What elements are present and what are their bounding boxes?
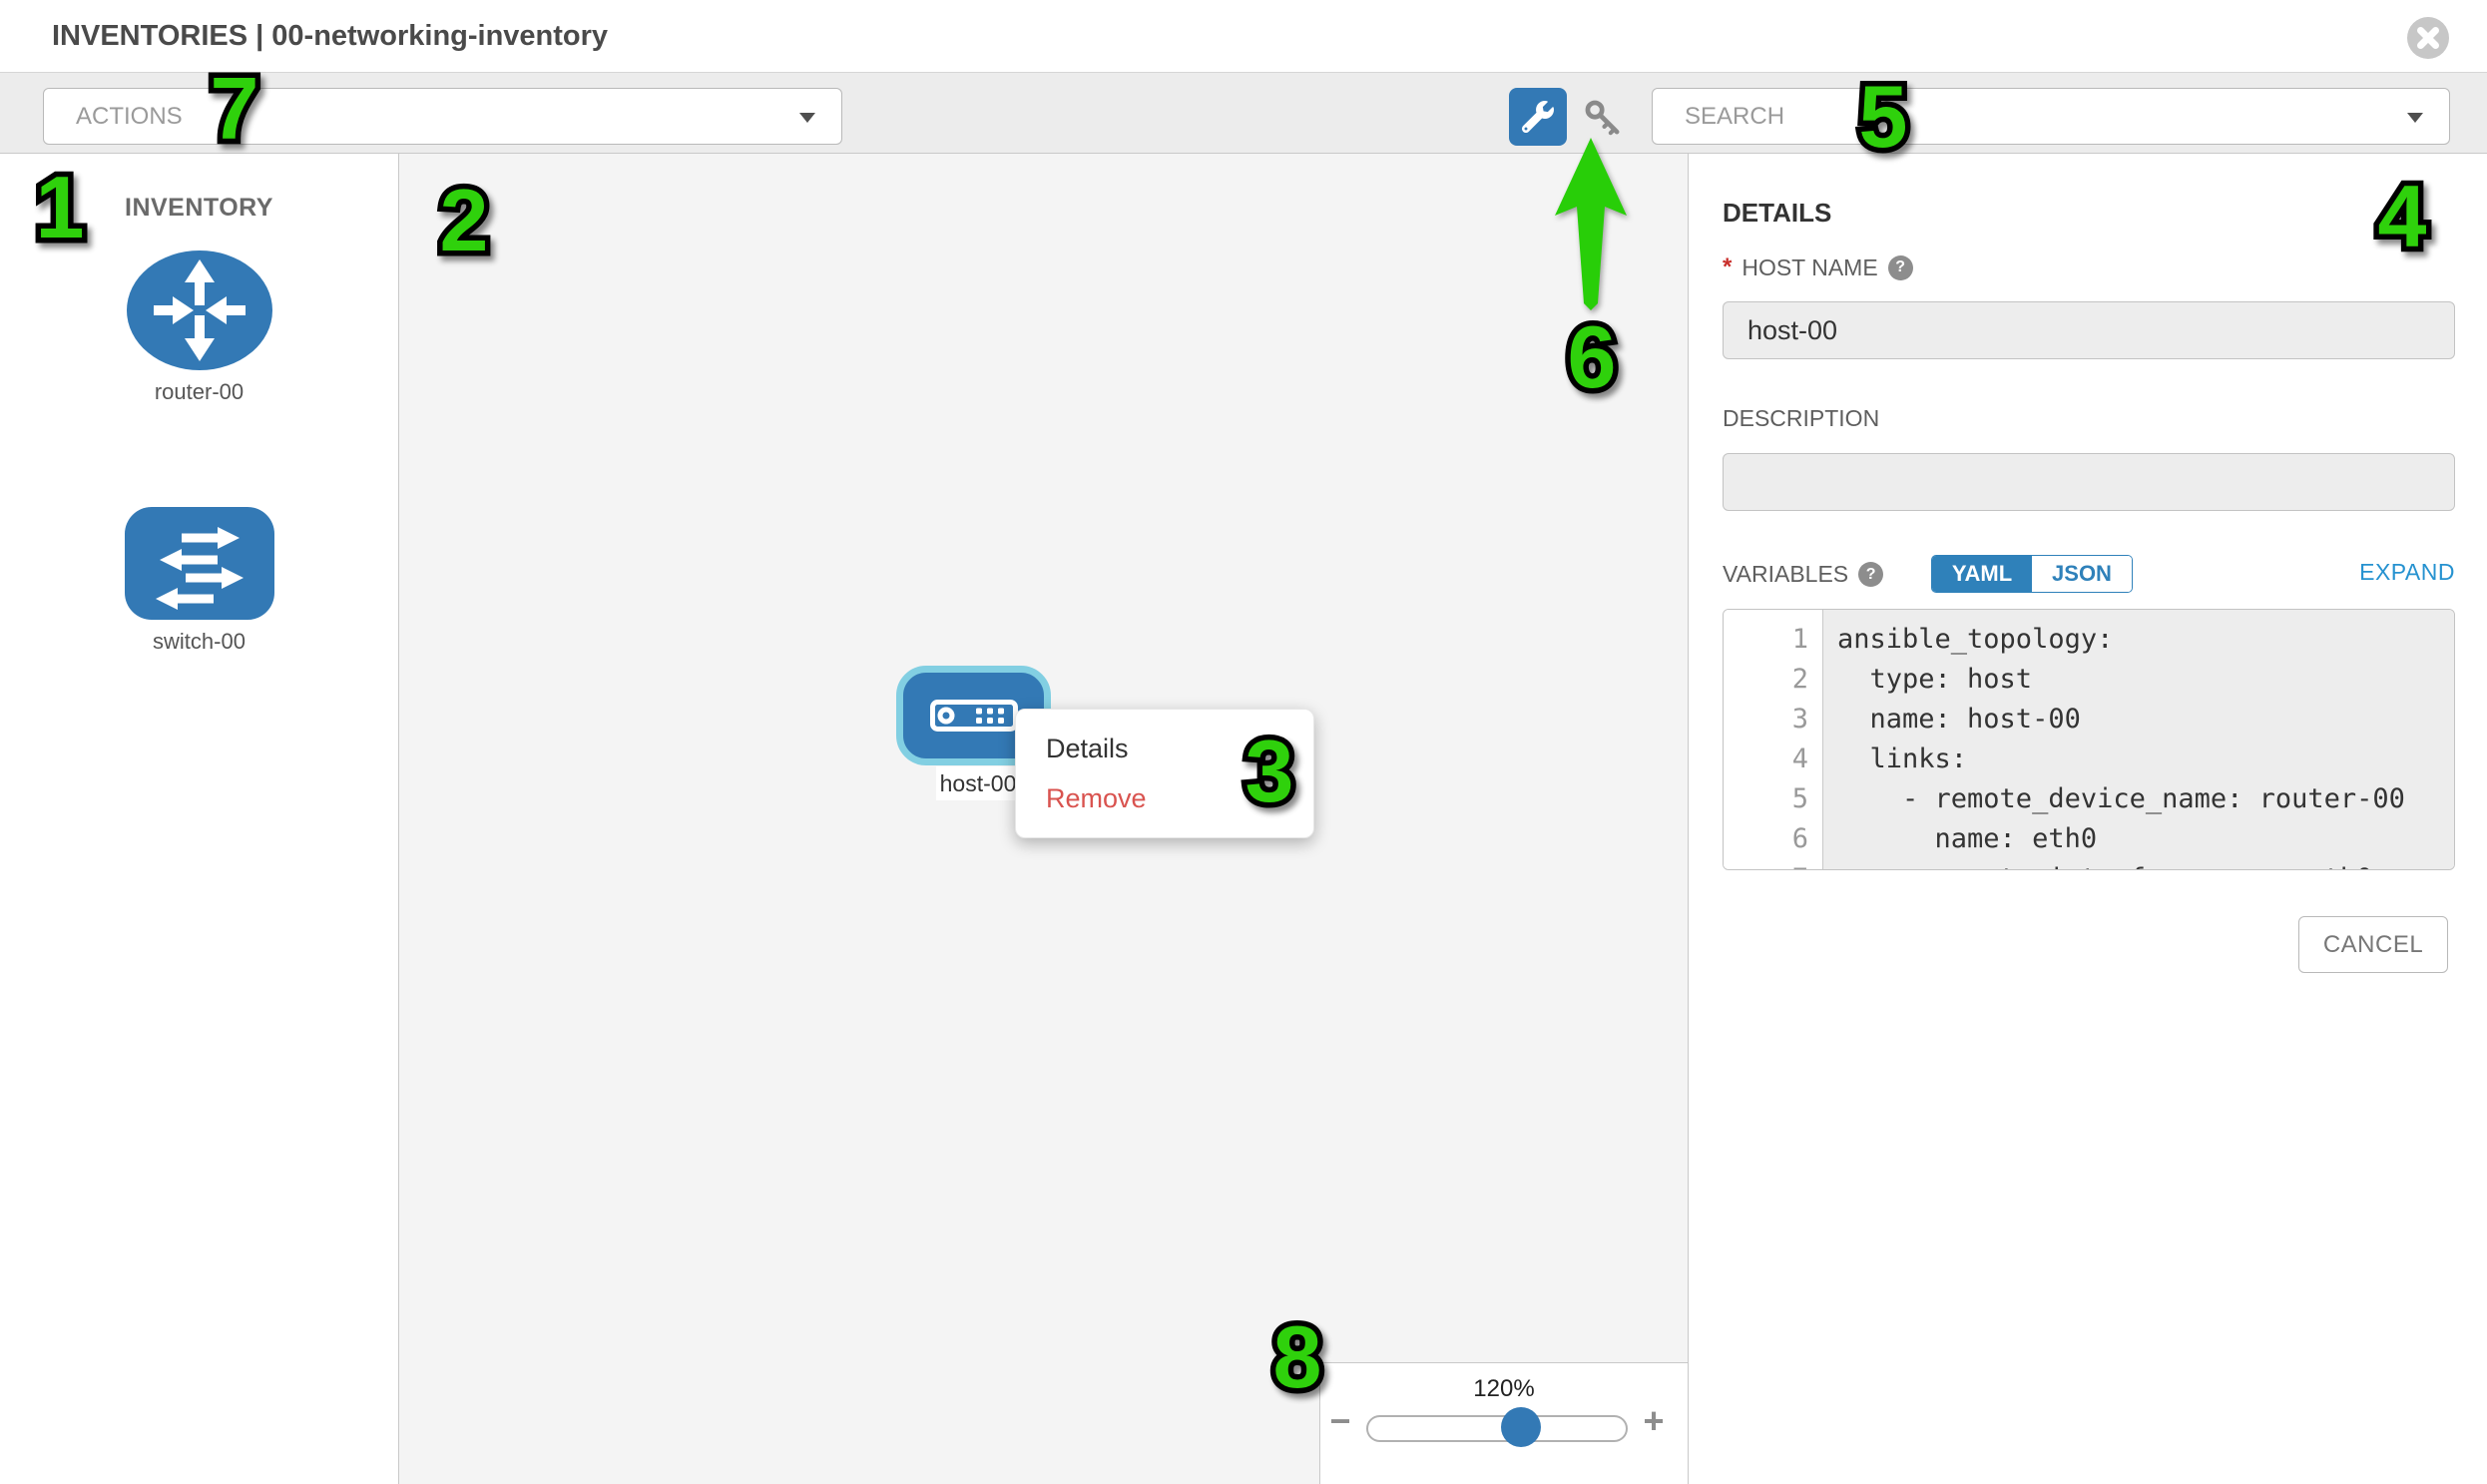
inventory-item-label: router-00 (0, 379, 398, 405)
page-header: INVENTORIES | 00-networking-inventory (0, 0, 2487, 72)
line-number: 7 (1724, 859, 1822, 870)
code-line: name: host-00 (1823, 700, 2454, 740)
key-button[interactable] (1583, 98, 1625, 140)
chevron-down-icon (799, 113, 815, 123)
actions-dropdown[interactable]: ACTIONS (43, 88, 842, 145)
host-name-label: HOST NAME (1741, 254, 1877, 281)
host-icon (930, 700, 1018, 732)
host-name-label-row: * HOST NAME ? (1723, 253, 1913, 281)
inventory-panel: INVENTORY router-00 (0, 154, 399, 1484)
line-number: 1 (1724, 620, 1822, 660)
code-line: remote_interface_name: eth0 (1823, 859, 2454, 870)
zoom-slider-track[interactable] (1366, 1415, 1628, 1442)
details-panel: DETAILS * HOST NAME ? DESCRIPTION VARIAB… (1689, 154, 2487, 1484)
help-icon[interactable]: ? (1858, 562, 1883, 587)
context-menu-remove[interactable]: Remove (1016, 773, 1313, 823)
editor-line-numbers: 1 2 3 4 5 6 7 (1724, 610, 1823, 869)
actions-dropdown-label: ACTIONS (76, 89, 183, 144)
inventory-item-router[interactable]: router-00 (0, 249, 398, 405)
search-dropdown[interactable]: SEARCH (1652, 88, 2450, 145)
required-asterisk: * (1723, 253, 1732, 281)
host-node-label: host-00 (936, 766, 1020, 800)
inventory-item-switch[interactable]: switch-00 (0, 506, 398, 655)
zoom-in-button[interactable]: + (1634, 1401, 1674, 1441)
variables-format-toggle: YAML JSON (1931, 555, 2133, 593)
zoom-out-button[interactable]: − (1320, 1401, 1360, 1441)
code-line: ansible_topology: (1823, 620, 2454, 660)
search-dropdown-label: SEARCH (1685, 89, 1784, 144)
code-line: - remote_device_name: router-00 (1823, 779, 2454, 819)
toolbar: ACTIONS SEARCH (0, 72, 2487, 154)
toolbar-settings-button[interactable] (1509, 88, 1567, 146)
key-icon (1583, 98, 1625, 140)
tab-json[interactable]: JSON (2032, 556, 2132, 592)
breadcrumb-title: INVENTORIES | 00-networking-inventory (52, 0, 608, 72)
cancel-button[interactable]: CANCEL (2298, 916, 2448, 973)
expand-link[interactable]: EXPAND (2359, 559, 2455, 586)
topology-canvas[interactable]: host-00 Details Remove 120% − + (399, 154, 1689, 1484)
line-number: 6 (1724, 819, 1822, 859)
tab-yaml[interactable]: YAML (1932, 556, 2032, 592)
description-label-row: DESCRIPTION (1723, 405, 1879, 432)
variables-label-row: VARIABLES ? (1723, 561, 1883, 588)
inventory-item-label: switch-00 (0, 629, 398, 655)
editor-code-area: ansible_topology: type: host name: host-… (1823, 610, 2454, 869)
switch-icon (124, 506, 275, 621)
line-number: 5 (1724, 779, 1822, 819)
inventory-panel-title: INVENTORY (0, 194, 398, 223)
code-line: type: host (1823, 660, 2454, 700)
line-number: 3 (1724, 700, 1822, 740)
help-icon[interactable]: ? (1888, 255, 1913, 280)
chevron-down-icon (2407, 113, 2423, 123)
context-menu-details[interactable]: Details (1016, 724, 1313, 773)
wrench-icon (1522, 101, 1554, 133)
code-line: links: (1823, 740, 2454, 779)
code-line: name: eth0 (1823, 819, 2454, 859)
host-name-input[interactable] (1723, 301, 2455, 359)
zoom-slider-thumb[interactable] (1501, 1407, 1541, 1447)
line-number: 4 (1724, 740, 1822, 779)
close-icon (2407, 17, 2449, 59)
close-button[interactable] (2407, 17, 2449, 59)
variables-label: VARIABLES (1723, 561, 1848, 588)
description-label: DESCRIPTION (1723, 405, 1879, 432)
router-icon (126, 249, 273, 371)
zoom-level-value: 120% (1320, 1375, 1688, 1403)
context-menu: Details Remove (1015, 709, 1314, 838)
inventory-topology-page: INVENTORIES | 00-networking-inventory AC… (0, 0, 2487, 1484)
description-input[interactable] (1723, 453, 2455, 511)
zoom-widget: 120% − + (1319, 1362, 1689, 1484)
details-title: DETAILS (1723, 198, 1831, 229)
variables-code-editor[interactable]: 1 2 3 4 5 6 7 ansible_topology: type: ho… (1723, 609, 2455, 870)
line-number: 2 (1724, 660, 1822, 700)
